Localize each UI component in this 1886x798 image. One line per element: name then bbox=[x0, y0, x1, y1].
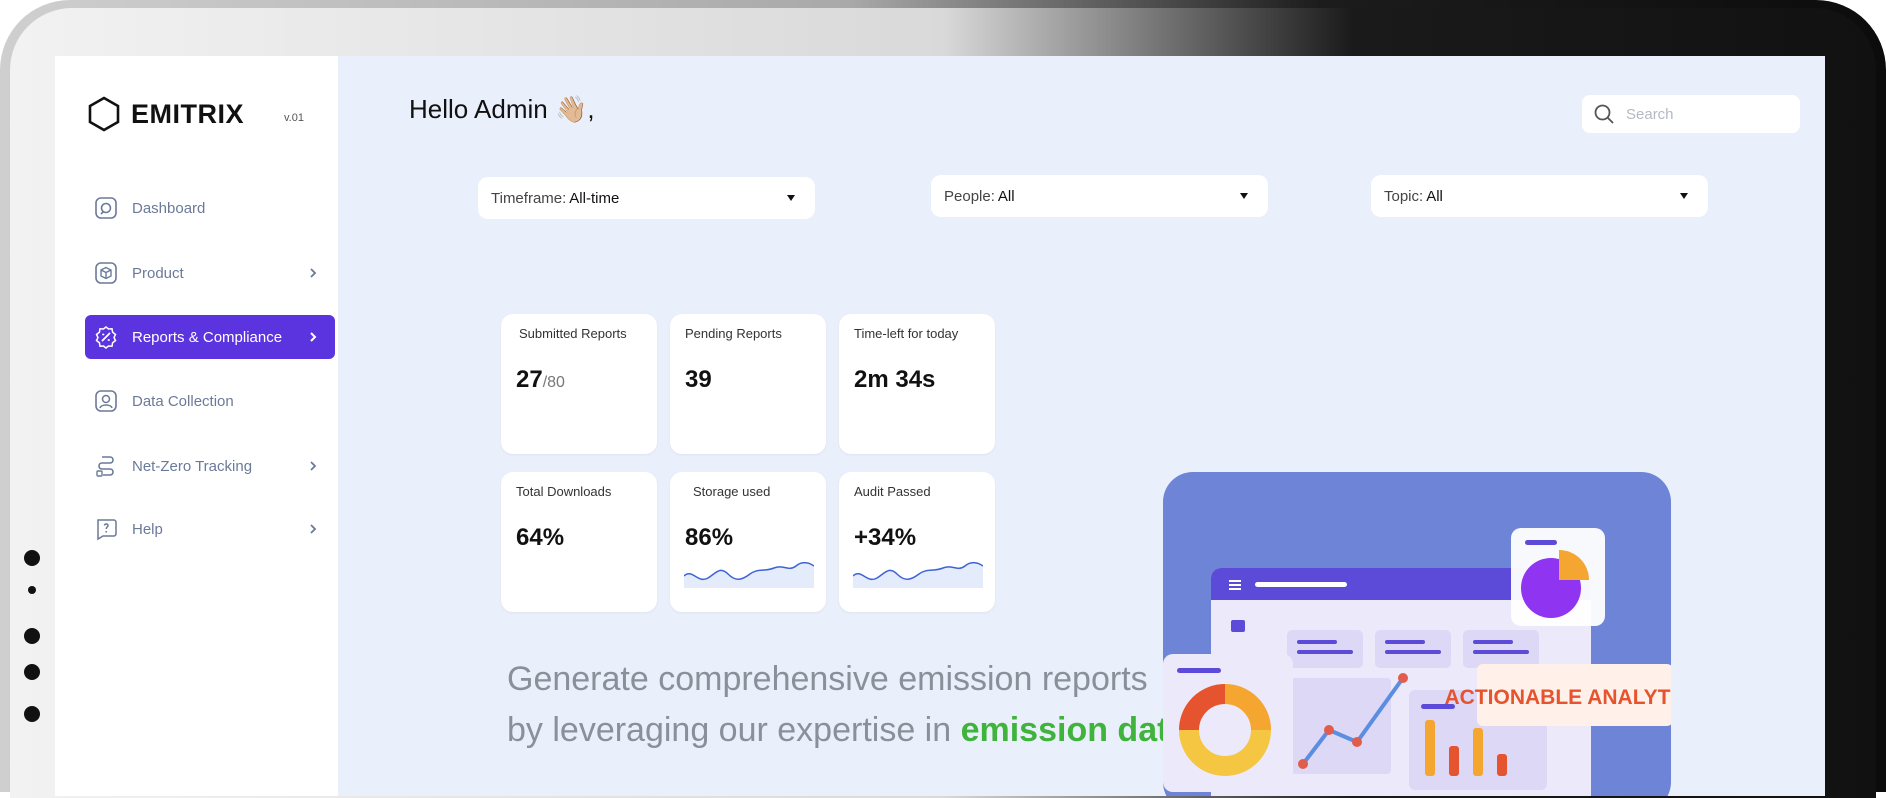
sidebar-item-dashboard[interactable]: Dashboard bbox=[85, 186, 335, 230]
search-icon bbox=[1594, 104, 1614, 124]
sidebar-item-label: Dashboard bbox=[132, 199, 206, 217]
tagline-highlight: emission data bbox=[960, 711, 1188, 749]
search-input[interactable] bbox=[1624, 104, 1788, 124]
filter-label: Topic: bbox=[1384, 187, 1424, 205]
chevron-right-icon bbox=[310, 268, 317, 278]
sidebar-item-product[interactable]: Product bbox=[85, 251, 335, 295]
stat-card-storage-used[interactable]: Storage used 86% bbox=[670, 472, 826, 612]
stat-label: Audit Passed bbox=[854, 484, 931, 499]
version-label: v.01 bbox=[284, 112, 304, 124]
stat-card-audit-passed[interactable]: Audit Passed +34% bbox=[839, 472, 995, 612]
sidebar-item-label: Data Collection bbox=[132, 392, 234, 410]
filter-label: People: bbox=[944, 187, 995, 205]
caret-down-icon bbox=[1240, 193, 1248, 199]
stat-label: Submitted Reports bbox=[519, 326, 627, 341]
sidebar-item-label: Help bbox=[132, 520, 163, 538]
sparkline-chart bbox=[684, 561, 814, 588]
sidebar-item-label: Product bbox=[132, 264, 184, 282]
stat-value: 39 bbox=[685, 366, 712, 393]
stat-card-submitted-reports[interactable]: Submitted Reports 27/80 bbox=[501, 314, 657, 454]
product-icon bbox=[95, 262, 117, 284]
stat-label: Pending Reports bbox=[685, 326, 782, 341]
stat-value: 27/80 bbox=[516, 366, 565, 393]
reports-icon bbox=[95, 326, 117, 349]
people-filter-dropdown[interactable]: People: All bbox=[931, 175, 1268, 217]
stat-value: 86% bbox=[685, 524, 734, 551]
chevron-right-icon bbox=[310, 524, 317, 534]
sidebar-item-data-collection[interactable]: Data Collection bbox=[85, 379, 335, 423]
filter-label: Timeframe: bbox=[491, 189, 567, 207]
help-icon bbox=[97, 519, 117, 541]
stat-label: Storage used bbox=[693, 484, 771, 499]
sidebar-item-label: Reports & Compliance bbox=[132, 328, 283, 346]
stat-card-time-left[interactable]: Time-left for today 2m 34s bbox=[839, 314, 995, 454]
stat-value: 2m 34s bbox=[854, 366, 936, 393]
stat-value: +34% bbox=[854, 524, 917, 551]
chevron-right-icon bbox=[310, 332, 317, 342]
stat-value: 64% bbox=[516, 524, 565, 551]
dashboard-icon bbox=[95, 197, 117, 219]
app-screen: EMITRIX v.01 Dashboard Product Reports &… bbox=[55, 56, 1825, 796]
analytics-illustration: ACTIONABLE ANALYTICS bbox=[1163, 472, 1671, 796]
data-collection-icon bbox=[95, 390, 117, 412]
filter-value: All-time bbox=[569, 189, 620, 207]
sparkline-chart bbox=[853, 561, 983, 588]
tagline-text: Generate comprehensive emission reports … bbox=[507, 660, 1188, 749]
caret-down-icon bbox=[1680, 193, 1688, 199]
stat-label: Total Downloads bbox=[516, 484, 612, 499]
illustration-banner: ACTIONABLE ANALYTICS bbox=[1445, 686, 1671, 709]
filter-value: All bbox=[1426, 187, 1443, 205]
search-box[interactable] bbox=[1582, 95, 1800, 133]
sidebar: EMITRIX v.01 Dashboard Product Reports &… bbox=[55, 56, 338, 796]
brand-name: EMITRIX bbox=[131, 98, 245, 129]
filter-value: All bbox=[997, 187, 1015, 205]
chevron-right-icon bbox=[310, 461, 317, 471]
stat-card-total-downloads[interactable]: Total Downloads 64% bbox=[501, 472, 657, 612]
hexagon-logo-icon bbox=[88, 96, 120, 132]
sidebar-item-net-zero-tracking[interactable]: Net-Zero Tracking bbox=[85, 444, 335, 488]
caret-down-icon bbox=[787, 195, 795, 201]
sidebar-item-help[interactable]: Help bbox=[85, 507, 335, 551]
brand-logo[interactable]: EMITRIX bbox=[87, 96, 244, 132]
stat-label: Time-left for today bbox=[854, 326, 959, 341]
timeframe-filter-dropdown[interactable]: Timeframe: All-time bbox=[478, 177, 815, 219]
sidebar-item-reports-compliance[interactable]: Reports & Compliance bbox=[85, 315, 335, 359]
sidebar-item-label: Net-Zero Tracking bbox=[132, 457, 253, 475]
net-zero-icon bbox=[96, 456, 114, 477]
greeting-heading: Hello Admin 👋🏼, bbox=[409, 94, 595, 124]
topic-filter-dropdown[interactable]: Topic: All bbox=[1371, 175, 1708, 217]
stat-card-pending-reports[interactable]: Pending Reports 39 bbox=[670, 314, 826, 454]
